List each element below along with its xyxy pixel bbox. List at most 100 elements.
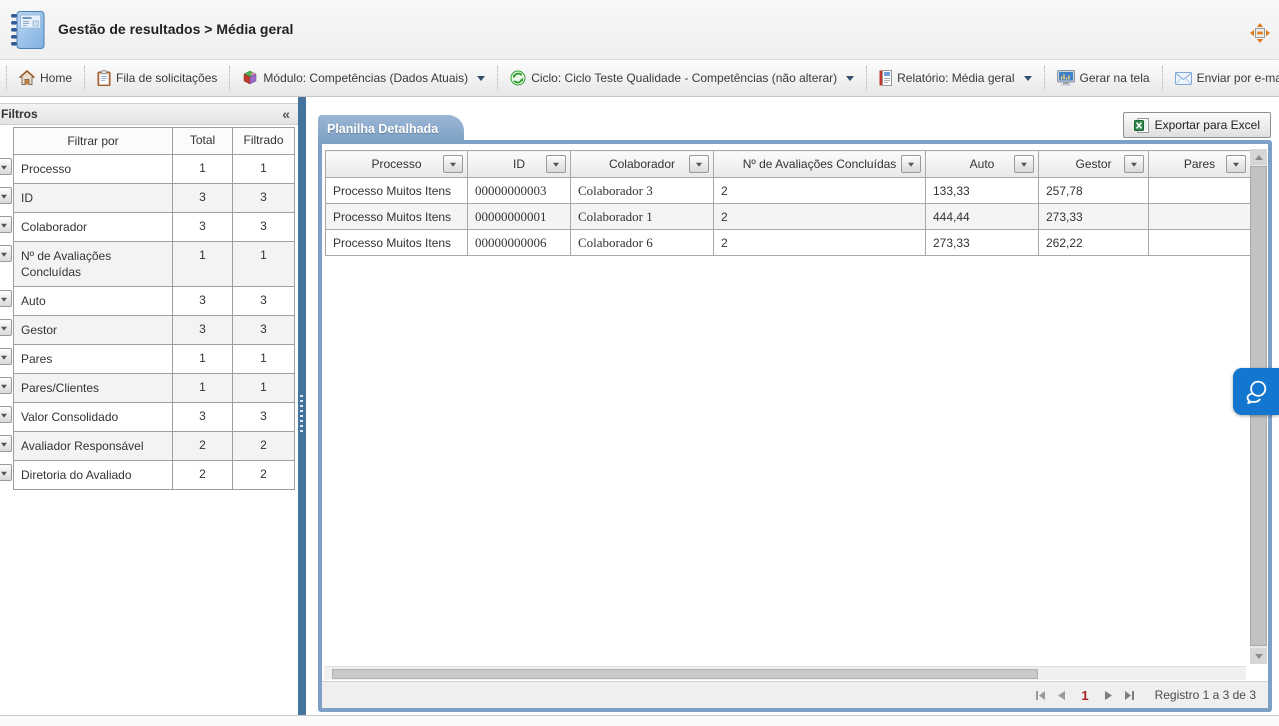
scroll-up-button[interactable]: [1250, 149, 1267, 165]
filters-panel-header: Filtros «: [0, 103, 298, 125]
column-filter-dropdown-button[interactable]: [546, 155, 566, 173]
cycle-icon: [510, 70, 526, 86]
toolbar-home-button[interactable]: Home: [13, 70, 78, 86]
filter-dropdown-button[interactable]: [0, 216, 12, 233]
cell-gestor: 262,22: [1039, 230, 1149, 256]
column-filter-dropdown-button[interactable]: [1226, 155, 1246, 173]
home-icon: [19, 70, 35, 86]
filter-label: Avaliador Responsável: [13, 432, 173, 461]
previous-page-button[interactable]: [1056, 690, 1067, 701]
column-header-id: ID: [468, 151, 571, 178]
filter-row: Pares/Clientes 1 1: [0, 374, 298, 403]
filter-dropdown-button[interactable]: [0, 377, 12, 394]
last-page-button[interactable]: [1124, 690, 1135, 701]
filter-label: Pares/Clientes: [13, 374, 173, 403]
column-header-pares: Pares: [1149, 151, 1251, 178]
toolbar-separator: [1162, 66, 1163, 90]
filter-dropdown-button[interactable]: [0, 319, 12, 336]
column-filter-dropdown-button[interactable]: [1124, 155, 1144, 173]
chat-feedback-button[interactable]: [1233, 368, 1279, 415]
filter-label: Colaborador: [13, 213, 173, 242]
filter-filtered: 1: [233, 345, 295, 374]
filter-total: 1: [173, 345, 233, 374]
cell-pares: [1149, 230, 1251, 256]
filter-total: 3: [173, 184, 233, 213]
triangle-up-icon: [1255, 155, 1263, 160]
collapse-filters-button[interactable]: «: [282, 104, 290, 124]
first-page-button[interactable]: [1035, 690, 1046, 701]
app-header: Gestão de resultados > Média geral: [0, 0, 1279, 60]
table-row[interactable]: Processo Muitos Itens 00000000001 Colabo…: [326, 204, 1251, 230]
toolbar-cycle-label: Ciclo: Ciclo Teste Qualidade - Competênc…: [531, 71, 837, 85]
filter-label: Valor Consolidado: [13, 403, 173, 432]
horizontal-scrollbar-thumb[interactable]: [332, 669, 1038, 679]
move-resize-icon[interactable]: [1249, 22, 1271, 44]
chevron-down-icon: [1024, 76, 1032, 81]
filter-dropdown-button[interactable]: [0, 290, 12, 307]
toolbar-send-email-button[interactable]: Enviar por e-mail: [1169, 71, 1279, 85]
filter-dropdown-button[interactable]: [0, 245, 12, 262]
filter-dropdown-button[interactable]: [0, 187, 12, 204]
filter-label: Diretoria do Avaliado: [13, 461, 173, 490]
current-page-number[interactable]: 1: [1081, 688, 1088, 703]
cell-pares: [1149, 204, 1251, 230]
filter-row: Pares 1 1: [0, 345, 298, 374]
toolbar-separator: [229, 66, 230, 90]
toolbar-request-queue-button[interactable]: Fila de solicitações: [91, 70, 223, 86]
page-bottom-strip: [0, 715, 1279, 726]
toolbar: Home Fila de solicitações Módulo: Compet…: [0, 60, 1279, 97]
filter-dropdown-button[interactable]: [0, 464, 12, 481]
filter-filtered: 2: [233, 432, 295, 461]
cell-gestor: 273,33: [1039, 204, 1149, 230]
table-row[interactable]: Processo Muitos Itens 00000000006 Colabo…: [326, 230, 1251, 256]
first-page-icon: [1035, 690, 1046, 701]
last-page-icon: [1124, 690, 1135, 701]
column-filter-dropdown-button[interactable]: [443, 155, 463, 173]
filter-label: Processo: [13, 155, 173, 184]
column-filter-dropdown-button[interactable]: [1014, 155, 1034, 173]
filters-col-filter-by: Filtrar por: [13, 127, 173, 155]
filter-dropdown-button[interactable]: [0, 435, 12, 452]
pagination-bar: 1 Registro 1 a 3 de 3: [322, 681, 1268, 708]
next-page-button[interactable]: [1103, 690, 1114, 701]
toolbar-generate-on-screen-button[interactable]: Gerar na tela: [1051, 70, 1156, 86]
page-title: Gestão de resultados > Média geral: [58, 21, 293, 37]
tab-planilha-detalhada[interactable]: Planilha Detalhada: [318, 115, 464, 144]
chat-bubbles-icon: [1243, 378, 1270, 405]
panel-splitter[interactable]: [298, 97, 306, 715]
filters-table: Filtrar por Total Filtrado Processo 1 1 …: [0, 127, 298, 490]
toolbar-module-dropdown[interactable]: Módulo: Competências (Dados Atuais): [236, 70, 491, 86]
export-to-excel-button[interactable]: Exportar para Excel: [1123, 112, 1271, 138]
filter-filtered: 1: [233, 374, 295, 403]
filter-dropdown-button[interactable]: [0, 348, 12, 365]
filter-label: Pares: [13, 345, 173, 374]
module-cube-icon: [242, 70, 258, 86]
toolbar-cycle-dropdown[interactable]: Ciclo: Ciclo Teste Qualidade - Competênc…: [504, 70, 860, 86]
scroll-down-button[interactable]: [1250, 648, 1267, 664]
cell-pares: [1149, 178, 1251, 204]
horizontal-scrollbar[interactable]: [324, 666, 1246, 680]
excel-icon: [1134, 118, 1149, 133]
filter-dropdown-button[interactable]: [0, 158, 12, 175]
table-row[interactable]: Processo Muitos Itens 00000000003 Colabo…: [326, 178, 1251, 204]
filter-filtered: 3: [233, 287, 295, 316]
column-header-auto: Auto: [926, 151, 1039, 178]
results-table-header-row: Processo ID Colaborador Nº de Avaliações…: [326, 151, 1251, 178]
results-table: Processo ID Colaborador Nº de Avaliações…: [325, 150, 1251, 256]
column-header-processo: Processo: [326, 151, 468, 178]
toolbar-report-dropdown[interactable]: Relatório: Média geral: [873, 70, 1037, 86]
filters-col-filtered: Filtrado: [233, 127, 295, 155]
cell-processo: Processo Muitos Itens: [326, 204, 468, 230]
export-to-excel-label: Exportar para Excel: [1155, 118, 1260, 132]
filter-filtered: 2: [233, 461, 295, 490]
filter-label: Gestor: [13, 316, 173, 345]
column-filter-dropdown-button[interactable]: [901, 155, 921, 173]
cell-auto: 444,44: [926, 204, 1039, 230]
screen-icon: [1057, 70, 1075, 86]
filter-row: ID 3 3: [0, 184, 298, 213]
email-icon: [1175, 72, 1192, 85]
filter-total: 1: [173, 155, 233, 184]
column-filter-dropdown-button[interactable]: [689, 155, 709, 173]
filter-dropdown-button[interactable]: [0, 406, 12, 423]
filter-total: 3: [173, 287, 233, 316]
